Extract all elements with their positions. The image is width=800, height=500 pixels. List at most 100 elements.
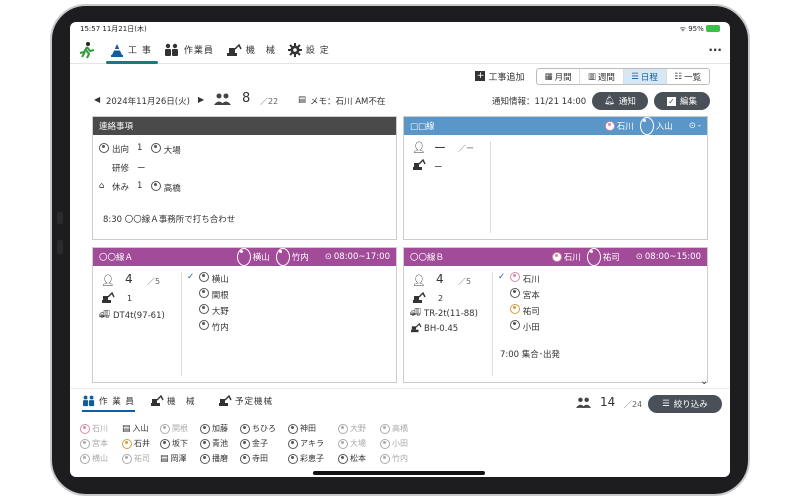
roster-worker[interactable]: 小田 bbox=[380, 438, 408, 449]
roster-worker[interactable]: 彩恵子 bbox=[288, 453, 324, 464]
worker-item: 小田 bbox=[510, 320, 540, 333]
check-icon: ✓ bbox=[498, 272, 506, 282]
roster-worker[interactable]: 松本 bbox=[338, 453, 366, 464]
site-card-b[interactable]: 〇〇線Ｂ 石川 祐司 ⊙ 08:00~15:00 👤︎ 4 ／5 2 🚚︎ TR-… bbox=[403, 247, 708, 383]
collapse-chevron-icon[interactable]: ⌄ bbox=[700, 376, 708, 387]
contact-card[interactable]: 連絡事項 出向 1 大場 研修 ー ⌂ 休み 1 高橋 8:30 〇〇線Ａ事務所… bbox=[92, 116, 397, 240]
avatar bbox=[80, 438, 90, 449]
tab-machines[interactable]: 機 械 bbox=[226, 36, 276, 64]
avatar bbox=[80, 453, 90, 464]
contact-card-header: 連絡事項 bbox=[93, 117, 396, 135]
roster-worker[interactable]: 坂下 bbox=[160, 438, 188, 449]
roster-worker[interactable]: アキラ bbox=[288, 438, 324, 449]
tab-settings[interactable]: 設 定 bbox=[287, 36, 330, 64]
roster-worker[interactable]: 青池 bbox=[200, 438, 228, 449]
avatar bbox=[639, 117, 654, 135]
roster-worker[interactable]: 竹内 bbox=[380, 453, 408, 464]
notify-button[interactable]: 🔔︎ 通知 bbox=[592, 92, 648, 110]
worker-item: 大野 bbox=[199, 304, 229, 317]
roster-worker[interactable]: ちひろ bbox=[240, 423, 276, 434]
worker-total: ／22 bbox=[260, 97, 279, 106]
site-a-total: ／5 bbox=[147, 277, 161, 286]
roster-worker[interactable]: 大場 bbox=[338, 438, 366, 449]
battery-indicator: ᯤ 95% bbox=[680, 25, 720, 34]
panel-total: ／24 bbox=[624, 400, 643, 409]
roster-worker[interactable]: 宮本 bbox=[80, 438, 108, 449]
filter-sliders-icon: ☰ bbox=[662, 399, 670, 409]
avatar bbox=[288, 453, 298, 464]
tab-panel-planned-machines[interactable]: 予定機械 bbox=[218, 395, 273, 407]
site-card-ss[interactable]: □□線 石川 入山 ⊙ - 👤︎ ー ／ー ー bbox=[403, 116, 708, 240]
view-month-button[interactable]: ▦ 月間 bbox=[537, 69, 581, 84]
roster-worker[interactable]: 祐司 bbox=[122, 453, 150, 464]
roster-worker[interactable]: ▤ 入山 bbox=[122, 423, 149, 434]
avatar bbox=[160, 423, 170, 434]
roster-worker[interactable]: 石川 bbox=[80, 423, 108, 434]
avatar bbox=[604, 121, 615, 131]
tab-workers[interactable]: 作業員 bbox=[164, 36, 214, 64]
view-list-button[interactable]: ☷ 一覧 bbox=[667, 69, 709, 84]
avatar bbox=[380, 423, 390, 434]
document-icon: ▤ bbox=[122, 423, 131, 434]
app-logo[interactable] bbox=[78, 36, 96, 64]
side-button-bottom bbox=[57, 240, 63, 254]
avatar bbox=[551, 252, 562, 262]
roster-worker[interactable]: 関根 bbox=[160, 423, 188, 434]
filter-button[interactable]: ☰ 絞り込み bbox=[648, 395, 722, 413]
avatar bbox=[275, 248, 290, 266]
dispatch-icon bbox=[99, 143, 109, 156]
person-icon: 👤︎ bbox=[412, 141, 426, 154]
worker-item: 祐司 bbox=[510, 304, 540, 317]
avatar bbox=[200, 453, 210, 464]
site-card-a[interactable]: 〇〇線Ａ 横山 竹内 ⊙ 08:00~17:00 👤︎ 4 ／5 1 🚚︎ DT4… bbox=[92, 247, 397, 383]
site-b-machine-count: 2 bbox=[438, 294, 444, 303]
notice-info: 通知情報：11/21 14:00 bbox=[492, 97, 587, 107]
roster-worker[interactable]: 大野 bbox=[338, 423, 366, 434]
excavator-icon bbox=[151, 395, 164, 406]
prev-day-button[interactable]: ◀ bbox=[94, 95, 100, 104]
more-menu-button[interactable]: ··· bbox=[708, 43, 722, 57]
tab-panel-workers[interactable]: 作 業 員 bbox=[82, 395, 135, 412]
roster-worker[interactable]: 播磨 bbox=[200, 453, 228, 464]
add-construction-button[interactable]: + 工事追加 bbox=[470, 68, 530, 84]
roster-worker[interactable]: 高橋 bbox=[380, 423, 408, 434]
site-card-b-header: 〇〇線Ｂ 石川 祐司 ⊙ 08:00~15:00 bbox=[404, 248, 707, 266]
card-divider bbox=[492, 272, 493, 376]
status-time: 15:57 11月21日(木) bbox=[80, 25, 147, 33]
view-week-button[interactable]: ▥ 週間 bbox=[580, 69, 624, 84]
site-b-truck: TR-2t(11-88) bbox=[424, 309, 478, 319]
runner-logo-icon bbox=[79, 41, 95, 58]
avatar bbox=[151, 143, 161, 153]
memo-text: メモ：石川 AM不在 bbox=[310, 97, 386, 107]
roster-worker[interactable]: 加藤 bbox=[200, 423, 228, 434]
check-icon: ✓ bbox=[187, 272, 195, 282]
machine-icon bbox=[412, 291, 426, 307]
card-divider bbox=[181, 272, 182, 376]
avatar bbox=[288, 438, 298, 449]
view-schedule-button[interactable]: ☰ 日程 bbox=[623, 69, 667, 84]
site-b-note: 7:00 集合･出発 bbox=[500, 350, 561, 360]
site-b-machine: BH-0.45 bbox=[424, 324, 459, 334]
roster-worker[interactable]: 神田 bbox=[288, 423, 316, 434]
roster-worker[interactable]: 横山 bbox=[80, 453, 108, 464]
roster-worker[interactable]: ▤ 岡澤 bbox=[160, 453, 187, 464]
worker-item: 石川 bbox=[510, 272, 540, 285]
truck-icon: 🚚︎ bbox=[99, 310, 110, 320]
view-toolbar: + 工事追加 ▦ 月間 ▥ 週間 ☰ 日程 ☷ 一覧 bbox=[70, 68, 730, 88]
avatar bbox=[200, 423, 210, 434]
next-day-button[interactable]: ▶ bbox=[198, 95, 204, 104]
edit-button[interactable]: ✓ 編集 bbox=[654, 92, 710, 110]
tab-panel-machines[interactable]: 機 械 bbox=[150, 395, 196, 407]
roster-worker[interactable]: 石井 bbox=[122, 438, 150, 449]
workers-icon bbox=[164, 43, 178, 56]
roster-worker[interactable]: 金子 bbox=[240, 438, 268, 449]
roster-worker[interactable]: 寺田 bbox=[240, 453, 268, 464]
clock-icon: ⊙ bbox=[635, 252, 643, 262]
list-icon: ☷ bbox=[674, 71, 683, 82]
site-card-ss-header: □□線 石川 入山 ⊙ - bbox=[404, 117, 707, 135]
avatar bbox=[236, 248, 251, 266]
tab-construction[interactable]: 工 事 bbox=[106, 36, 158, 64]
memo-icon: ▤ bbox=[298, 95, 307, 105]
machine-icon bbox=[412, 158, 426, 174]
card-divider bbox=[490, 141, 491, 233]
